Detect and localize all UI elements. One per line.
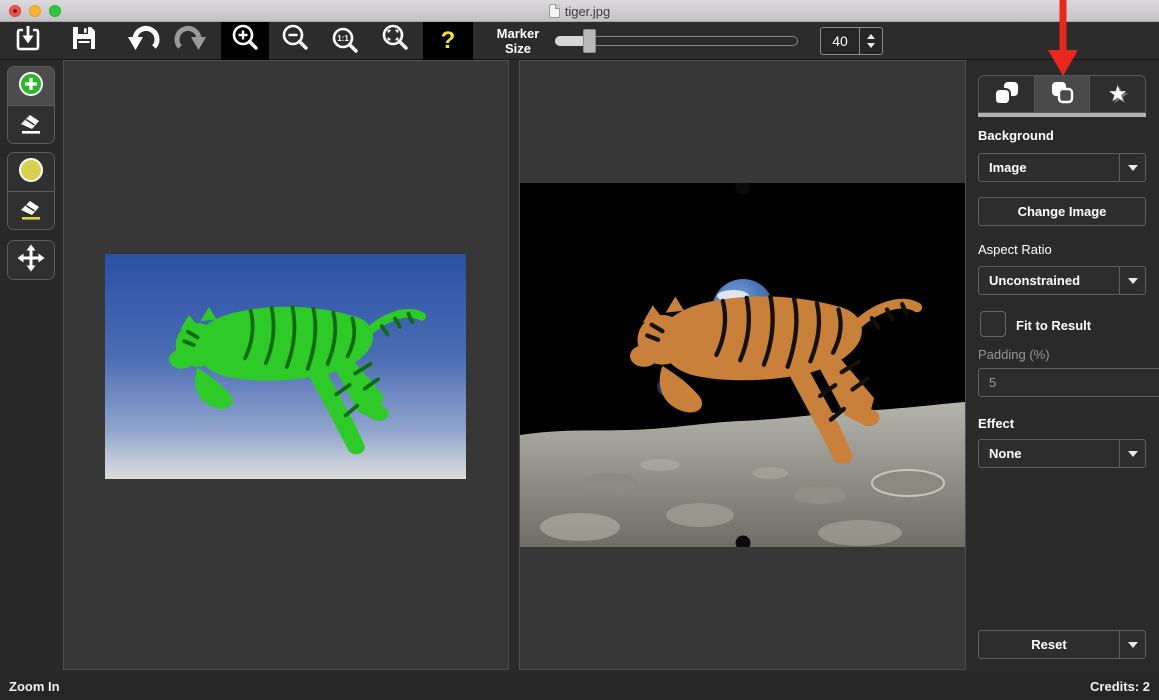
- zoom-window-button[interactable]: [49, 5, 61, 17]
- reset-dropdown-arrow[interactable]: [1119, 631, 1145, 658]
- tab-effects[interactable]: ★: [1089, 76, 1145, 112]
- original-canvas-panel[interactable]: [63, 60, 509, 670]
- zoom-actual-icon: 1:1: [330, 26, 360, 56]
- title-bar: tiger.jpg: [0, 0, 1159, 22]
- move-tool-icon: [17, 244, 45, 277]
- tab-foreground[interactable]: [979, 76, 1034, 112]
- tool-sidebar: [0, 60, 62, 672]
- effect-dropdown-value: None: [979, 446, 1119, 461]
- tool-eraser-foreground[interactable]: [8, 105, 54, 143]
- window-title: tiger.jpg: [565, 4, 611, 19]
- tool-eraser-yellow[interactable]: [8, 191, 54, 229]
- aspect-ratio-dropdown-arrow[interactable]: [1119, 267, 1145, 294]
- save-button[interactable]: [61, 22, 107, 60]
- settings-panel: ★ Background Image Change Image Aspect R…: [968, 60, 1159, 672]
- chevron-down-icon: [1128, 278, 1138, 284]
- document-icon: [549, 4, 560, 18]
- zoom-in-button[interactable]: [221, 22, 269, 60]
- background-dropdown[interactable]: Image: [978, 153, 1146, 182]
- result-image[interactable]: [520, 183, 965, 547]
- status-right: Credits: 2: [1090, 679, 1150, 694]
- save-icon: [69, 23, 99, 58]
- minimize-button[interactable]: [29, 5, 41, 17]
- undo-icon: [126, 23, 162, 58]
- layers-outline-icon: [1048, 79, 1076, 110]
- yellow-marker-icon: [17, 156, 45, 189]
- padding-spinbox: [978, 368, 1146, 397]
- zoom-in-icon: [230, 23, 260, 58]
- tool-move[interactable]: [8, 241, 54, 279]
- zoom-fit-button[interactable]: [371, 22, 419, 60]
- marker-size-label: Marker Size: [487, 26, 549, 56]
- open-image-button[interactable]: [5, 22, 51, 60]
- background-dropdown-value: Image: [979, 160, 1119, 175]
- background-dropdown-arrow[interactable]: [1119, 154, 1145, 181]
- zoom-actual-button[interactable]: 1:1: [321, 22, 369, 60]
- reset-label: Reset: [979, 631, 1119, 658]
- aspect-ratio-label: Aspect Ratio: [978, 242, 1052, 257]
- layers-filled-icon: [992, 79, 1020, 110]
- status-bar: Zoom In Credits: 2: [0, 672, 1159, 700]
- star-icon: ★: [1108, 83, 1128, 105]
- traffic-lights: [9, 5, 61, 17]
- green-marker-icon: [17, 70, 45, 103]
- zoom-out-button[interactable]: [271, 22, 319, 60]
- chevron-down-icon: [1128, 451, 1138, 457]
- reset-button[interactable]: Reset: [978, 630, 1146, 659]
- yellow-eraser-icon: [17, 194, 45, 227]
- effect-dropdown-arrow[interactable]: [1119, 440, 1145, 467]
- status-left: Zoom In: [9, 679, 60, 694]
- change-image-button[interactable]: Change Image: [978, 197, 1146, 226]
- open-image-icon: [12, 23, 44, 58]
- redo-button[interactable]: [167, 22, 213, 60]
- padding-label: Padding (%): [978, 347, 1050, 362]
- help-icon: ?: [441, 29, 456, 53]
- slider-handle[interactable]: [583, 29, 596, 53]
- tool-marker-yellow[interactable]: [8, 153, 54, 191]
- zoom-fit-icon: [380, 23, 410, 58]
- tool-marker-foreground[interactable]: [8, 67, 54, 105]
- background-label: Background: [978, 128, 1054, 143]
- fit-to-result-checkbox[interactable]: [980, 311, 1006, 337]
- tab-underline: [978, 113, 1146, 117]
- effect-dropdown[interactable]: None: [978, 439, 1146, 468]
- marker-size-stepper[interactable]: [860, 27, 883, 55]
- original-image[interactable]: [105, 254, 466, 479]
- aspect-ratio-dropdown-value: Unconstrained: [979, 273, 1119, 288]
- green-eraser-icon: [17, 108, 45, 141]
- stepper-down-icon[interactable]: [867, 43, 875, 48]
- redo-icon: [172, 23, 208, 58]
- help-button[interactable]: ?: [423, 22, 473, 60]
- padding-input[interactable]: [978, 368, 1159, 397]
- toolbar: 1:1 ? Marker Size: [0, 22, 1159, 60]
- stepper-up-icon[interactable]: [867, 34, 875, 39]
- close-button[interactable]: [9, 5, 21, 17]
- app-window: tiger.jpg: [0, 0, 1159, 700]
- marker-size-slider[interactable]: [555, 28, 798, 54]
- panel-tabs: ★: [978, 75, 1146, 113]
- fit-to-result-label: Fit to Result: [1016, 318, 1091, 333]
- marker-size-spinbox: [820, 27, 883, 55]
- undo-button[interactable]: [121, 22, 167, 60]
- effect-label: Effect: [978, 416, 1014, 431]
- zoom-actual-glyph: 1:1: [335, 34, 351, 43]
- chevron-down-icon: [1128, 165, 1138, 171]
- chevron-down-icon: [1128, 642, 1138, 648]
- aspect-ratio-dropdown[interactable]: Unconstrained: [978, 266, 1146, 295]
- result-canvas-panel[interactable]: [519, 60, 966, 670]
- zoom-out-icon: [280, 23, 310, 58]
- marker-size-input[interactable]: [820, 27, 860, 55]
- change-image-label: Change Image: [1018, 204, 1107, 219]
- tab-background[interactable]: [1034, 76, 1090, 112]
